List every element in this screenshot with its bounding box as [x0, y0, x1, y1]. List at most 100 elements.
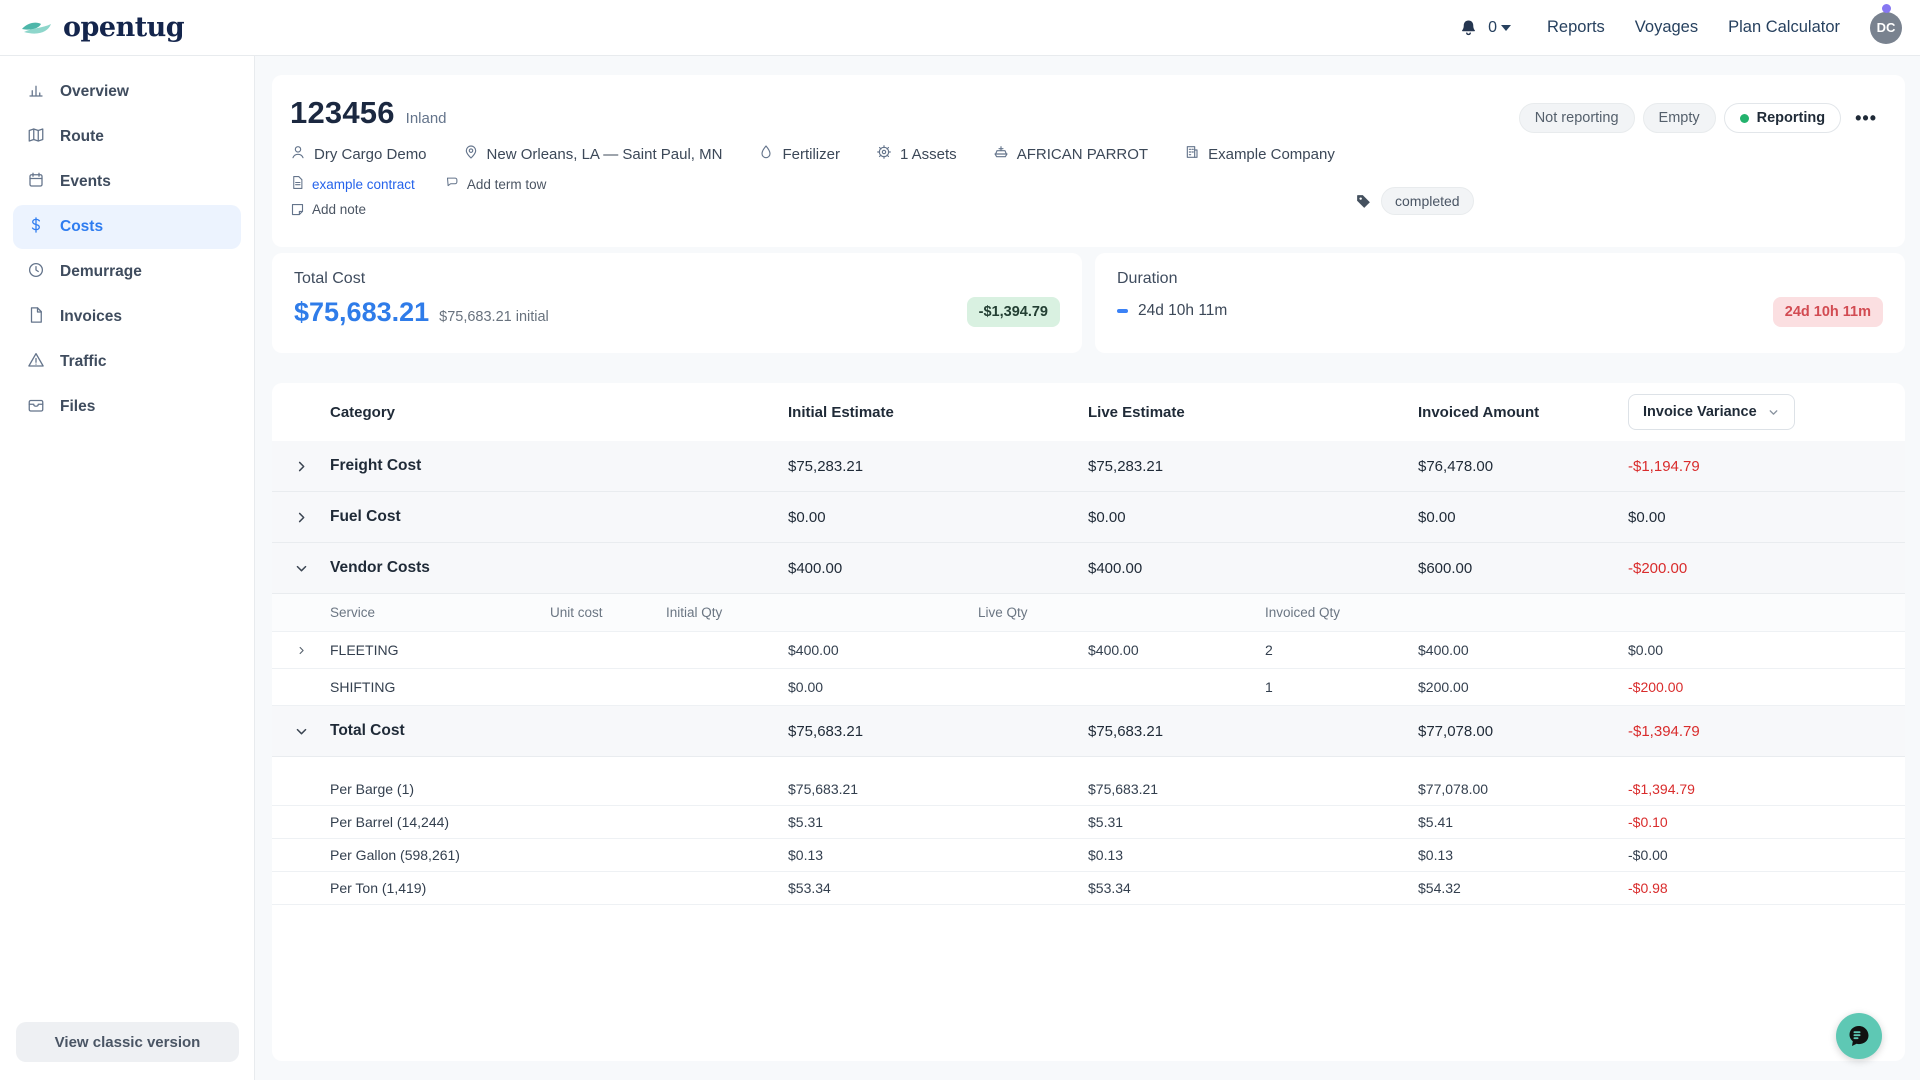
invoiced-amount-value: $600.00	[1418, 560, 1628, 577]
voyage-meta-item: Example Company	[1184, 144, 1335, 164]
live-estimate-value: $5.31	[1088, 814, 1418, 830]
variance-value: $0.00	[1628, 642, 1905, 658]
nav-plan-calculator[interactable]: Plan Calculator	[1728, 18, 1840, 37]
category-label: Total Cost	[330, 722, 788, 740]
per-unit-row: Per Barge (1) $75,683.21 $75,683.21 $77,…	[272, 773, 1905, 806]
sidebar-item-label: Files	[60, 398, 95, 416]
costs-table-card: Category Initial Estimate Live Estimate …	[272, 383, 1905, 1061]
sidebar: Overview Route Events Costs Demurrage In…	[0, 56, 255, 1080]
map-pin-icon	[463, 144, 479, 164]
add-term-tow-link[interactable]: Add term tow	[445, 175, 547, 193]
wave-logo-icon	[20, 17, 54, 39]
droplet-icon	[758, 144, 774, 164]
service-subheader-row: Service Unit cost Initial Qty Live Qty I…	[272, 594, 1905, 632]
sidebar-item-invoices[interactable]: Invoices	[13, 295, 241, 339]
initial-estimate-value: $75,683.21	[788, 781, 1088, 797]
sidebar-item-label: Invoices	[60, 308, 122, 326]
initial-estimate-value: $0.13	[788, 847, 1088, 863]
variance-value: -$0.10	[1628, 814, 1905, 830]
sidebar-item-events[interactable]: Events	[13, 160, 241, 204]
invoiced-amount-value: $200.00	[1418, 679, 1628, 695]
user-icon	[290, 144, 306, 164]
bell-icon	[1459, 18, 1478, 38]
total-cost-initial: $75,683.21 initial	[439, 309, 549, 325]
nav-voyages[interactable]: Voyages	[1635, 18, 1698, 37]
sidebar-item-costs[interactable]: Costs	[13, 205, 241, 249]
building-icon	[1184, 144, 1200, 164]
voyage-tag-badge[interactable]: completed	[1381, 187, 1474, 215]
invoiced-amount-value: $77,078.00	[1418, 781, 1628, 797]
variance-value: -$1,394.79	[1628, 781, 1905, 797]
chevron-right-icon[interactable]	[296, 645, 307, 656]
chevron-right-icon[interactable]	[294, 510, 309, 525]
service-row: SHIFTING $0.00 1 $200.00 -$200.00	[272, 669, 1905, 706]
chevron-right-icon[interactable]	[294, 459, 309, 474]
variance-value: $0.00	[1628, 509, 1905, 526]
sidebar-item-files[interactable]: Files	[13, 385, 241, 429]
live-estimate-value: $75,683.21	[1088, 781, 1418, 797]
col-service: Service	[330, 605, 550, 620]
contract-icon	[290, 175, 305, 193]
live-estimate-value: $53.34	[1088, 880, 1418, 896]
purple-status-dot	[1882, 4, 1891, 13]
variance-value: -$0.00	[1628, 847, 1905, 863]
map-icon	[27, 126, 45, 149]
chat-bubble-icon	[1846, 1023, 1872, 1049]
service-label: FLEETING	[330, 642, 550, 658]
variance-value: -$1,194.79	[1628, 458, 1905, 475]
sidebar-item-traffic[interactable]: Traffic	[13, 340, 241, 384]
col-category: Category	[330, 404, 788, 421]
brand-logo[interactable]: opentug	[20, 12, 184, 43]
sidebar-item-label: Demurrage	[60, 263, 142, 281]
duration-label: Duration	[1117, 270, 1883, 288]
initial-estimate-value: $5.31	[788, 814, 1088, 830]
status-badge-not-reporting[interactable]: Not reporting	[1519, 103, 1635, 133]
per-unit-label: Per Ton (1,419)	[330, 880, 788, 896]
live-estimate-value: $75,683.21	[1088, 723, 1418, 740]
brand-name: opentug	[63, 12, 184, 43]
invoiced-amount-value: $54.32	[1418, 880, 1628, 896]
per-unit-row: Per Gallon (598,261) $0.13 $0.13 $0.13 -…	[272, 839, 1905, 872]
example-contract-link[interactable]: example contract	[290, 175, 415, 193]
status-badge-reporting[interactable]: Reporting	[1724, 103, 1841, 133]
sidebar-item-overview[interactable]: Overview	[13, 70, 241, 114]
variance-mode-dropdown[interactable]: Invoice Variance	[1628, 394, 1795, 430]
live-estimate-value: $400.00	[1088, 560, 1418, 577]
dollar-icon	[27, 216, 45, 239]
status-badge-empty[interactable]: Empty	[1643, 103, 1716, 133]
user-avatar[interactable]: DC	[1870, 12, 1902, 44]
sidebar-item-demurrage[interactable]: Demurrage	[13, 250, 241, 294]
helm-icon	[876, 144, 892, 164]
add-note-button[interactable]: Add note	[290, 202, 366, 217]
sidebar-item-label: Traffic	[60, 353, 107, 371]
initial-estimate-value: $75,683.21	[788, 723, 1088, 740]
chevron-down-icon[interactable]	[294, 724, 309, 739]
voyage-type-label: Inland	[406, 110, 447, 127]
nav-reports[interactable]: Reports	[1547, 18, 1605, 37]
col-invoiced-qty: Invoiced Qty	[1265, 605, 1418, 620]
sidebar-item-route[interactable]: Route	[13, 115, 241, 159]
chat-widget-button[interactable]	[1836, 1013, 1882, 1059]
voyage-meta-item: New Orleans, LA — Saint Paul, MN	[463, 144, 723, 164]
total-cost-value: $75,683.21	[294, 297, 429, 328]
col-live-estimate: Live Estimate	[1088, 404, 1265, 421]
col-initial-qty: Initial Qty	[666, 605, 788, 620]
invoiced-amount-value: $76,478.00	[1418, 458, 1628, 475]
initial-estimate-value: $53.34	[788, 880, 1088, 896]
archive-icon	[27, 396, 45, 419]
duration-card: Duration 24d 10h 11m 24d 10h 11m	[1095, 253, 1905, 353]
col-initial-estimate: Initial Estimate	[788, 404, 978, 421]
view-classic-version-button[interactable]: View classic version	[16, 1022, 239, 1062]
invoiced-amount-value: $5.41	[1418, 814, 1628, 830]
spacer-row	[272, 757, 1905, 773]
chevron-down-icon[interactable]	[294, 561, 309, 576]
more-options-button[interactable]: •••	[1849, 104, 1883, 133]
service-label: SHIFTING	[330, 679, 550, 695]
variance-value: -$200.00	[1628, 679, 1905, 695]
category-label: Vendor Costs	[330, 559, 788, 577]
warning-icon	[27, 351, 45, 374]
total-cost-variance-badge: -$1,394.79	[967, 297, 1060, 327]
voyage-meta-item: Dry Cargo Demo	[290, 144, 427, 164]
initial-estimate-value: $400.00	[788, 642, 978, 658]
notifications-dropdown[interactable]: 0	[1459, 18, 1511, 38]
